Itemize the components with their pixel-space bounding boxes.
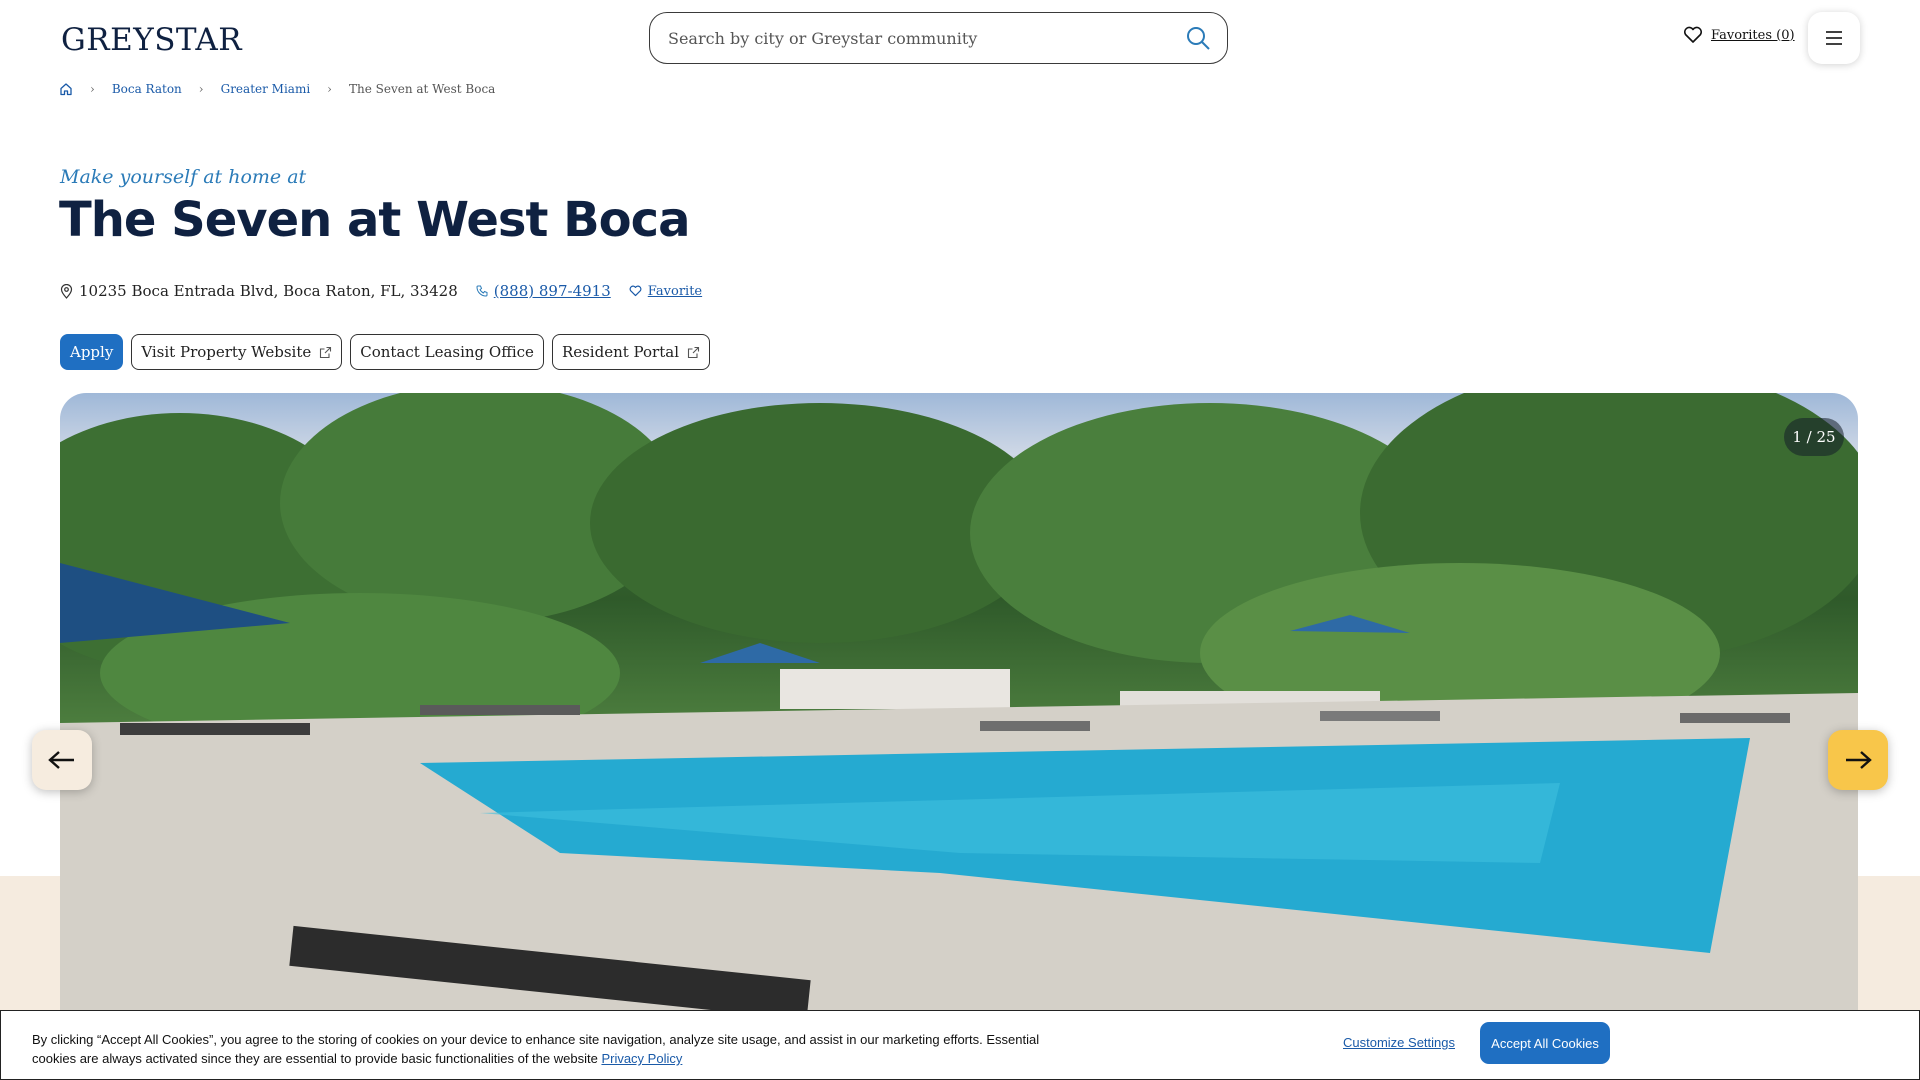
- gallery-image[interactable]: 1 / 25: [60, 393, 1858, 1080]
- arrow-left-icon: [48, 751, 74, 769]
- home-icon[interactable]: [59, 82, 73, 96]
- chevron-right-icon: ›: [198, 82, 204, 96]
- phone[interactable]: (888) 897-4913: [476, 282, 611, 300]
- favorites-link[interactable]: Favorites (0): [1683, 26, 1795, 44]
- pool-scene-illustration: [60, 393, 1858, 1080]
- apply-label: Apply: [70, 343, 114, 361]
- favorites-label: Favorites (0): [1711, 27, 1795, 43]
- action-buttons: Apply Visit Property Website Contact Lea…: [60, 334, 710, 370]
- cookie-message: By clicking “Accept All Cookies”, you ag…: [32, 1032, 1040, 1066]
- visit-website-label: Visit Property Website: [141, 343, 312, 361]
- gallery-prev-button[interactable]: [32, 730, 92, 790]
- contact-leasing-label: Contact Leasing Office: [360, 343, 534, 361]
- search-input[interactable]: [666, 27, 1185, 49]
- hamburger-icon: [1826, 31, 1842, 45]
- arrow-right-icon: [1846, 751, 1872, 769]
- gallery-next-button[interactable]: [1828, 730, 1888, 790]
- external-link-icon: [687, 346, 700, 358]
- favorite-toggle[interactable]: Favorite: [629, 284, 702, 299]
- heart-icon: [629, 285, 642, 297]
- page-title: The Seven at West Boca: [59, 192, 690, 248]
- breadcrumb-boca-raton[interactable]: Boca Raton: [112, 82, 182, 96]
- address-text: 10235 Boca Entrada Blvd, Boca Raton, FL,…: [79, 282, 458, 300]
- cookie-text: By clicking “Accept All Cookies”, you ag…: [32, 1030, 1052, 1068]
- breadcrumb-current: The Seven at West Boca: [348, 82, 496, 96]
- breadcrumb: › Boca Raton › Greater Miami › The Seven…: [59, 82, 495, 96]
- heart-icon: [1683, 26, 1703, 43]
- search-icon[interactable]: [1185, 25, 1211, 51]
- resident-portal-button[interactable]: Resident Portal: [551, 334, 710, 370]
- chevron-right-icon: ›: [90, 82, 95, 96]
- property-info: 10235 Boca Entrada Blvd, Boca Raton, FL,…: [60, 282, 720, 300]
- phone-link[interactable]: (888) 897-4913: [494, 282, 611, 300]
- chevron-right-icon: ›: [327, 82, 332, 96]
- visit-website-button[interactable]: Visit Property Website: [131, 334, 343, 370]
- cookie-banner: By clicking “Accept All Cookies”, you ag…: [0, 1010, 1920, 1080]
- tagline: Make yourself at home at: [60, 166, 307, 188]
- map-pin-icon: [60, 283, 73, 299]
- accept-all-cookies-button[interactable]: Accept All Cookies: [1480, 1022, 1610, 1064]
- phone-icon: [476, 285, 488, 297]
- menu-button[interactable]: [1808, 12, 1860, 64]
- resident-portal-label: Resident Portal: [561, 343, 679, 361]
- external-link-icon: [320, 346, 332, 358]
- favorite-link[interactable]: Favorite: [648, 284, 702, 299]
- customize-settings-link[interactable]: Customize Settings: [1343, 1035, 1455, 1050]
- address: 10235 Boca Entrada Blvd, Boca Raton, FL,…: [60, 282, 458, 300]
- greystar-logo[interactable]: GREYSTAR: [61, 22, 242, 58]
- privacy-policy-link[interactable]: Privacy Policy: [601, 1051, 682, 1066]
- breadcrumb-greater-miami[interactable]: Greater Miami: [221, 82, 311, 96]
- contact-leasing-button[interactable]: Contact Leasing Office: [350, 334, 544, 370]
- search-box[interactable]: [649, 12, 1228, 64]
- apply-button[interactable]: Apply: [60, 334, 124, 370]
- gallery-counter: 1 / 25: [1784, 418, 1844, 456]
